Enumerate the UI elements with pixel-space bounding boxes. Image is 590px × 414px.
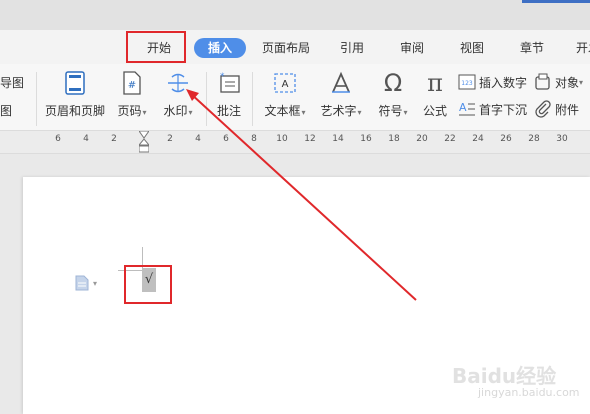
menu-tab-chapter[interactable]: 章节 bbox=[514, 38, 550, 58]
ruler-tick: 6 bbox=[55, 134, 61, 144]
page-number-glyph: # bbox=[128, 80, 136, 91]
svg-text:*: * bbox=[220, 72, 225, 82]
page-number-text: 页码 bbox=[117, 104, 142, 118]
horizontal-ruler[interactable]: 6 4 2 2 4 6 8 10 12 14 16 18 20 22 24 26… bbox=[0, 130, 590, 157]
menu-tab-references[interactable]: 引用 bbox=[334, 38, 370, 58]
baidu-watermark-url: jingyan.baidu.com bbox=[478, 386, 580, 399]
attachment-icon bbox=[534, 100, 552, 118]
page-number-label: 页码▾ bbox=[117, 102, 146, 119]
indent-marker[interactable] bbox=[137, 130, 151, 157]
ruler-tick: 24 bbox=[472, 134, 484, 144]
ruler-tick: 12 bbox=[304, 134, 316, 144]
watermark-icon bbox=[165, 70, 191, 96]
ruler-tick: 4 bbox=[83, 134, 89, 144]
textbox-text: 文本框 bbox=[264, 104, 301, 118]
baidu-watermark: Baidu经验 bbox=[452, 364, 557, 388]
highlight-box-home-tab bbox=[126, 31, 186, 63]
menu-tab-view[interactable]: 视图 bbox=[454, 38, 490, 58]
svg-text:A: A bbox=[282, 79, 289, 90]
dropdown-arrow-icon: ▾ bbox=[142, 108, 147, 117]
menu-tab-developer[interactable]: 开发 bbox=[570, 38, 590, 58]
drop-cap-label: 首字下沉 bbox=[479, 102, 528, 117]
menu-tab-insert[interactable]: 插入 bbox=[194, 38, 246, 58]
object-icon bbox=[534, 73, 552, 91]
attachment-label: 附件 bbox=[555, 102, 580, 117]
ruler-tick: 30 bbox=[556, 134, 568, 144]
chevron-down-icon: ▾ bbox=[93, 278, 98, 288]
textbox-label: 文本框▾ bbox=[264, 102, 305, 119]
comment-button[interactable]: * 批注 bbox=[214, 70, 244, 119]
ruler-tick: 2 bbox=[111, 134, 117, 144]
ruler-tick: 14 bbox=[332, 134, 344, 144]
object-label: 对象 bbox=[555, 75, 580, 90]
wordart-label: 艺术字▾ bbox=[320, 102, 361, 119]
dropdown-arrow-icon: ▾ bbox=[188, 108, 193, 117]
ribbon-separator bbox=[36, 72, 37, 126]
document-icon bbox=[75, 275, 89, 291]
symbol-text: 符号 bbox=[378, 104, 403, 118]
menu-tab-review[interactable]: 审阅 bbox=[394, 38, 430, 58]
drop-cap-icon: A bbox=[458, 100, 476, 118]
ruler-tick: 2 bbox=[167, 134, 173, 144]
title-bar bbox=[0, 0, 590, 30]
watermark-label: 水印▾ bbox=[163, 102, 192, 119]
insert-number-icon: 123 bbox=[458, 73, 476, 91]
ruler-tick: 6 bbox=[223, 134, 229, 144]
ribbon-cut-item-bottom[interactable]: 图 bbox=[0, 102, 12, 119]
pi-formula-icon: π bbox=[427, 69, 443, 97]
comment-icon: * bbox=[216, 70, 242, 96]
ruler-tick: 4 bbox=[195, 134, 201, 144]
textbox-icon: A bbox=[272, 70, 298, 96]
paragraph-handle[interactable]: ▾ bbox=[75, 275, 97, 291]
ribbon-separator bbox=[252, 72, 253, 126]
page-number-button[interactable]: # 页码▾ bbox=[114, 70, 150, 119]
titlebar-accent bbox=[522, 0, 590, 3]
dropdown-arrow-icon: ▾ bbox=[301, 108, 306, 117]
ruler-tick: 18 bbox=[388, 134, 400, 144]
page-number-icon: # bbox=[119, 70, 145, 96]
ruler-tick: 10 bbox=[276, 134, 288, 144]
svg-text:A: A bbox=[459, 101, 467, 114]
symbol-button[interactable]: Ω 符号▾ bbox=[374, 69, 412, 119]
header-footer-button[interactable]: 页眉和页脚 bbox=[44, 70, 106, 119]
menu-bar: 开始 插入 页面布局 引用 审阅 视图 章节 开发 bbox=[0, 30, 590, 64]
ruler-tick: 22 bbox=[444, 134, 456, 144]
comment-label: 批注 bbox=[216, 104, 241, 118]
header-footer-label: 页眉和页脚 bbox=[44, 104, 105, 118]
ribbon-cut-item-top[interactable]: 导图 bbox=[0, 74, 24, 91]
ruler-tick: 28 bbox=[528, 134, 540, 144]
dropdown-arrow-icon: ▾ bbox=[357, 108, 362, 117]
watermark-text: 水印 bbox=[163, 104, 188, 118]
header-footer-icon bbox=[62, 70, 88, 96]
formula-label: 公式 bbox=[422, 104, 447, 118]
highlight-box-selection bbox=[124, 265, 172, 304]
ribbon-separator bbox=[206, 72, 207, 126]
ruler-tick: 20 bbox=[416, 134, 428, 144]
textbox-button[interactable]: A 文本框▾ bbox=[260, 70, 310, 119]
insert-number-button[interactable]: 123 插入数字 bbox=[458, 73, 527, 91]
menu-tab-page-layout[interactable]: 页面布局 bbox=[258, 38, 314, 58]
ribbon-toolbar: 导图 图 页眉和页脚 # 页码▾ 水印▾ * 批注 A 文本框▾ 艺术字▾ Ω … bbox=[0, 64, 590, 131]
dropdown-arrow-icon: ▾ bbox=[579, 77, 584, 87]
drop-cap-button[interactable]: A 首字下沉 bbox=[458, 100, 527, 118]
insert-number-label: 插入数字 bbox=[479, 75, 528, 90]
ruler-tick: 16 bbox=[360, 134, 372, 144]
wordart-icon bbox=[328, 70, 354, 96]
symbol-label: 符号▾ bbox=[378, 102, 407, 119]
ruler-tick: 26 bbox=[500, 134, 512, 144]
object-button[interactable]: 对象 ▾ bbox=[534, 73, 583, 91]
attachment-button[interactable]: 附件 bbox=[534, 100, 579, 118]
insert-number-glyph: 123 bbox=[461, 80, 473, 87]
watermark-button[interactable]: 水印▾ bbox=[158, 70, 198, 119]
omega-symbol-icon: Ω bbox=[383, 69, 403, 97]
formula-button[interactable]: π 公式 bbox=[420, 69, 450, 119]
ruler-tick: 8 bbox=[251, 134, 257, 144]
dropdown-arrow-icon: ▾ bbox=[403, 108, 408, 117]
wordart-button[interactable]: 艺术字▾ bbox=[316, 70, 366, 119]
wordart-text: 艺术字 bbox=[320, 104, 357, 118]
